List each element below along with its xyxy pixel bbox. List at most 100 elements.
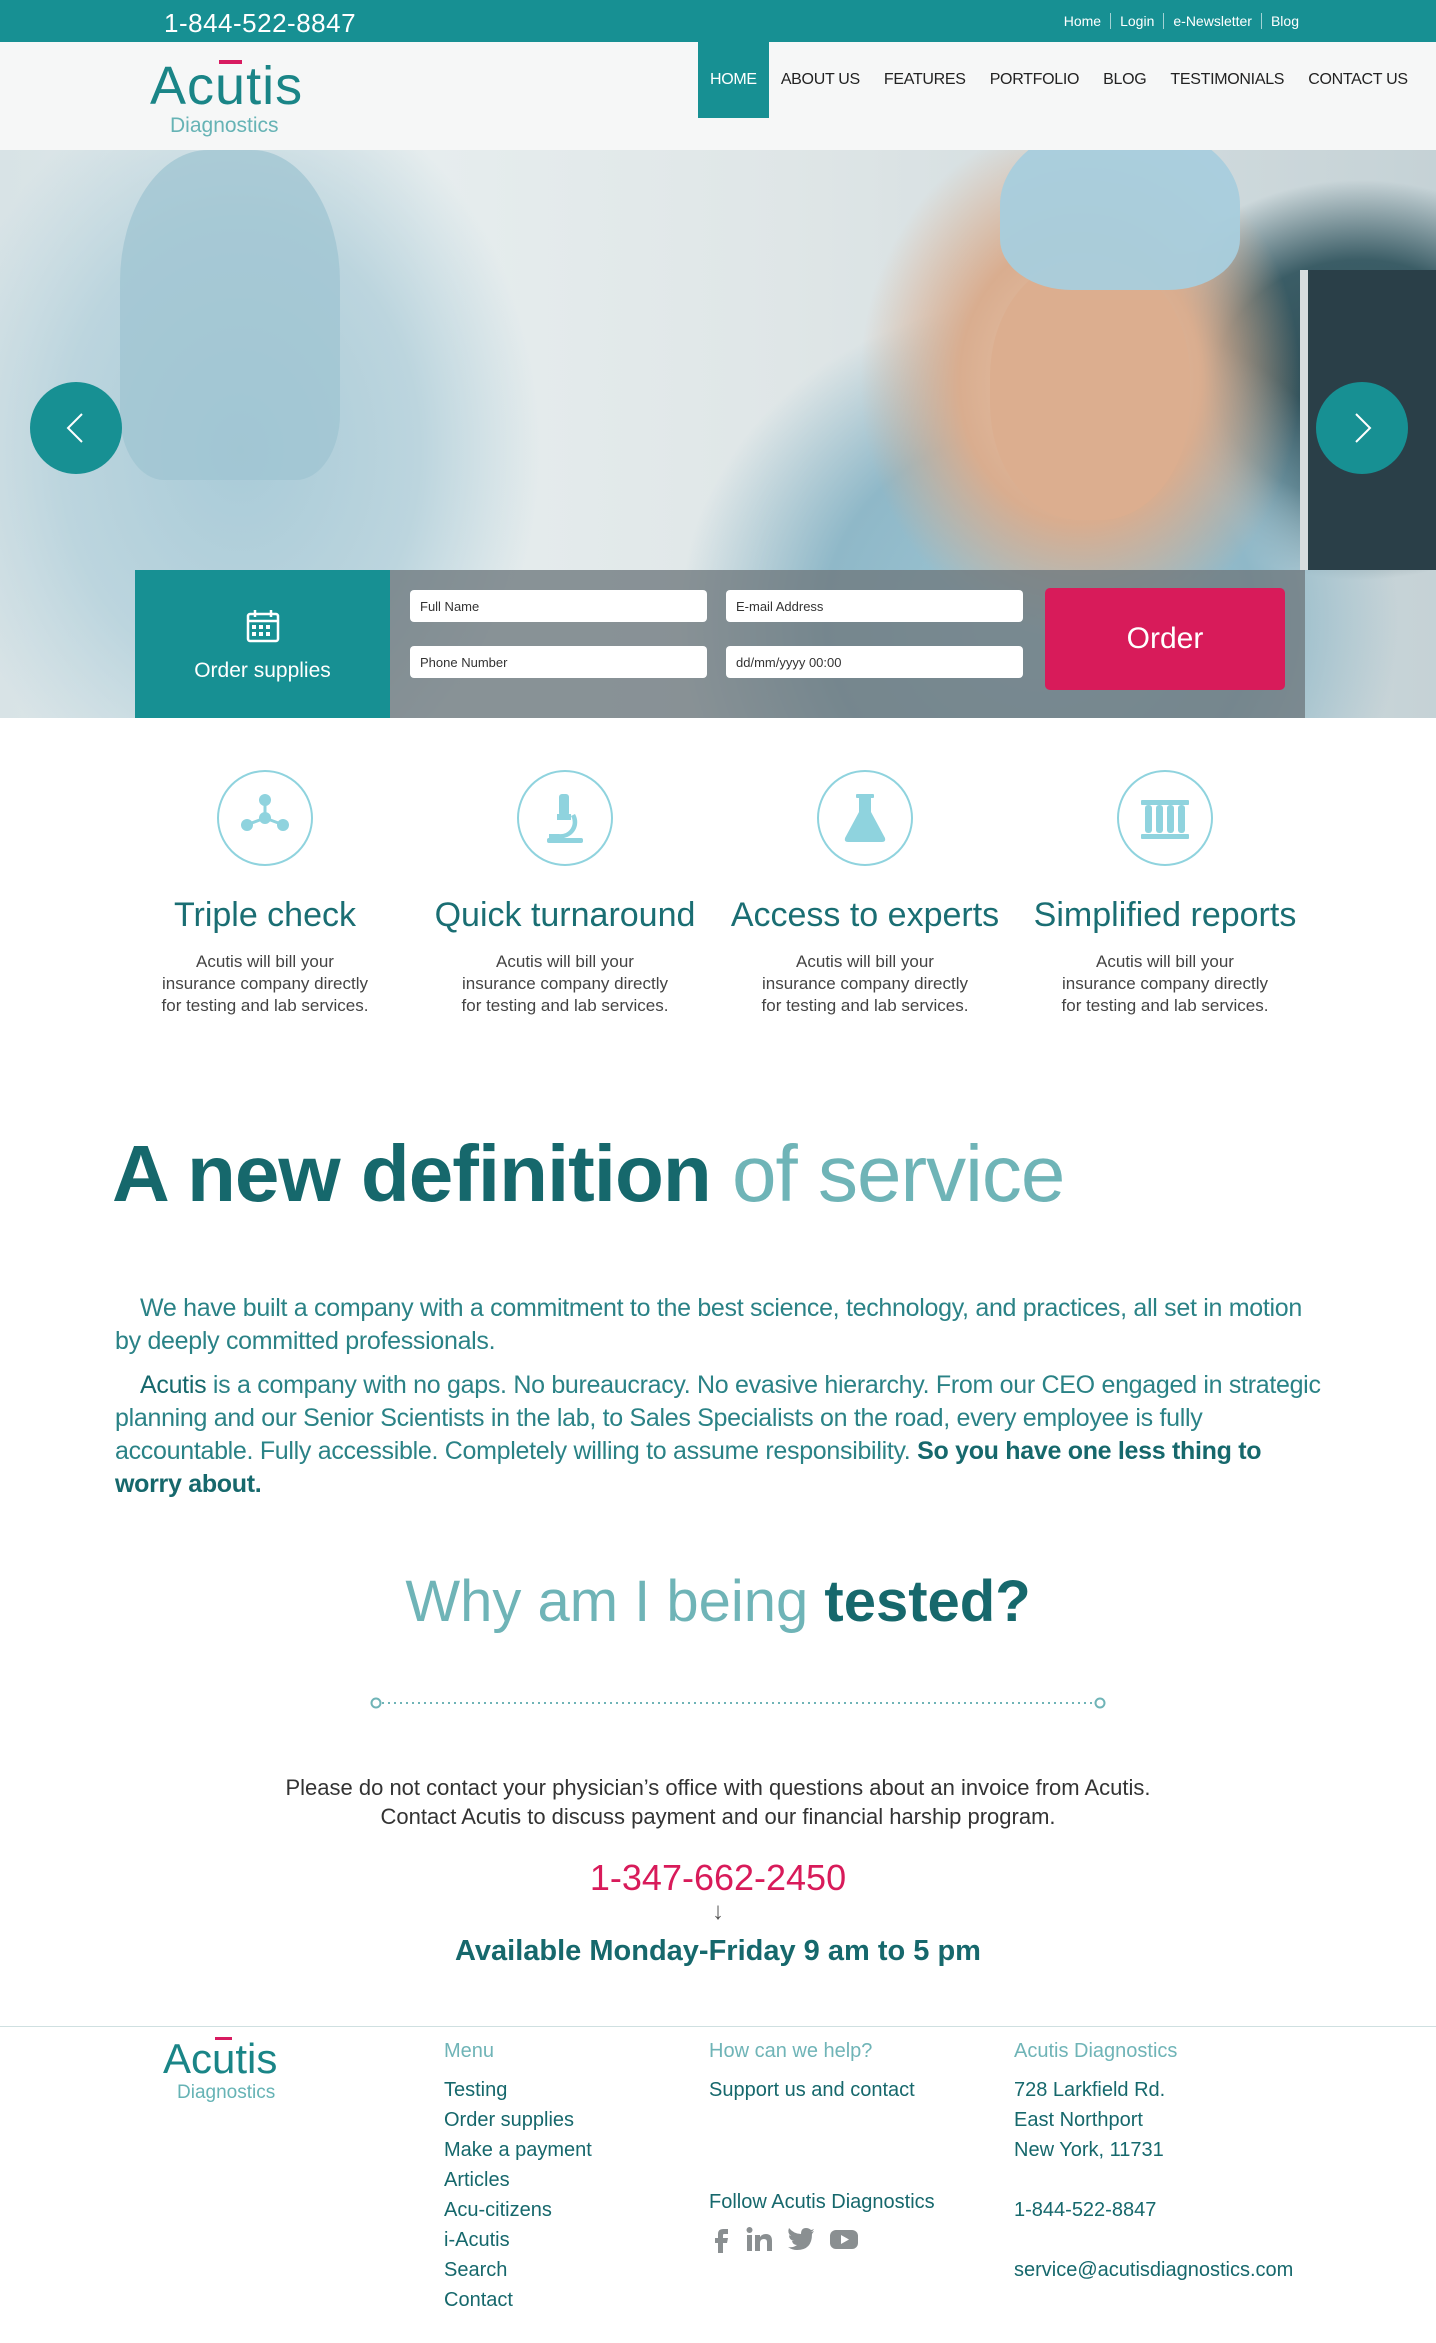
why-tested-heading: Why am I being tested? [0,1568,1436,1635]
definition-heading-strong: A new definition [112,1129,712,1218]
social-links [709,2225,935,2253]
footer-address-line-1: 728 Larkfield Rd. [1014,2079,1166,2101]
dotted-divider [370,1697,1106,1709]
top-bar: 1-844-522-8847 Home Login e-Newsletter B… [0,0,1436,42]
phone-input[interactable]: Phone Number [410,646,707,678]
why-heading-strong: tested? [824,1569,1031,1634]
footer-address-line-3: New York, 11731 [1014,2139,1164,2161]
footer-address-line-2: East Northport [1014,2109,1143,2131]
definition-text: We have built a company with a commitmen… [115,1292,1330,1512]
footer-email[interactable]: service@acutisdiagnostics.com [1014,2255,1293,2285]
billing-phone-number[interactable]: 1-347-662-2450 [0,1857,1436,1899]
feature-item: Access to experts Acutis will bill your … [720,770,1010,1017]
facebook-icon[interactable] [709,2225,731,2253]
chevron-left-icon [66,413,83,443]
order-supplies-tile[interactable]: Order supplies [135,570,390,718]
hero-image-doctor-face [990,260,1190,520]
slider-next-button[interactable] [1316,382,1408,474]
feature-item: Triple check Acutis will bill your insur… [120,770,410,1017]
feature-title: Quick turnaround [434,896,696,934]
top-link-blog[interactable]: Blog [1260,13,1308,29]
order-button[interactable]: Order [1045,588,1285,690]
footer-link-articles[interactable]: Articles [444,2165,592,2195]
nav-testimonials[interactable]: TESTIMONIALS [1158,42,1296,118]
email-input[interactable]: E-mail Address [726,590,1023,622]
site-header: Acutis Diagnostics HOME ABOUT US FEATURE… [0,42,1436,150]
definition-heading: A new definition of service [112,1128,1065,1220]
feature-title: Simplified reports [1033,896,1297,934]
feature-item: Simplified reports Acutis will bill your… [1020,770,1310,1017]
hero-slider: Order supplies Full Name E-mail Address … [0,150,1436,718]
nav-features[interactable]: FEATURES [872,42,978,118]
footer-link-i-acutis[interactable]: i-Acutis [444,2225,592,2255]
why-tested-text: Please do not contact your physician’s o… [0,1773,1436,1831]
flask-icon [817,770,913,866]
twitter-icon[interactable] [787,2225,815,2253]
brand-name: Acutis [140,1371,207,1399]
feature-description: Acutis will bill your insurance company … [161,952,369,1015]
nav-contact-us[interactable]: CONTACT US [1296,42,1420,118]
chevron-right-icon [1355,413,1372,443]
availability-text: Available Monday-Friday 9 am to 5 pm [455,1935,981,1967]
molecule-icon [217,770,313,866]
why-line-1: Please do not contact your physician’s o… [285,1775,1151,1800]
nav-portfolio[interactable]: PORTFOLIO [978,42,1091,118]
youtube-icon[interactable] [829,2225,859,2253]
arrow-down-icon: ↓ [712,1898,724,1925]
feature-title: Triple check [173,896,357,934]
footer-phone[interactable]: 1-844-522-8847 [1014,2195,1293,2225]
footer-follow-heading: Follow Acutis Diagnostics [709,2191,935,2213]
footer-link-search[interactable]: Search [444,2255,592,2285]
logo-mark: Acutis [150,56,304,116]
slider-prev-button[interactable] [30,382,122,474]
top-link-newsletter[interactable]: e-Newsletter [1163,13,1261,29]
top-phone-number[interactable]: 1-844-522-8847 [164,8,356,39]
logo[interactable]: Acutis Diagnostics [150,58,303,138]
why-heading-light: Why am I being [405,1569,809,1634]
definition-paragraph-2: Acutis is a company with no gaps. No bur… [115,1369,1330,1501]
definition-paragraph-1: We have built a company with a commitmen… [115,1294,1303,1355]
footer-company-heading: Acutis Diagnostics [1014,2040,1178,2062]
feature-item: Quick turnaround Acutis will bill your i… [420,770,710,1017]
footer-link-contact[interactable]: Contact [444,2285,592,2315]
nav-home[interactable]: HOME [698,42,769,118]
feature-title: Access to experts [730,896,1000,934]
footer-help-heading: How can we help? [709,2040,873,2062]
footer-company: Acutis Diagnostics 728 Larkfield Rd. Eas… [1014,2040,1293,2285]
hero-image-nurse [120,150,340,480]
footer-logo-subtitle: Diagnostics [177,2082,276,2103]
full-name-input[interactable]: Full Name [410,590,707,622]
top-link-home[interactable]: Home [1055,13,1110,29]
microscope-icon [517,770,613,866]
footer-link-support[interactable]: Support us and contact [709,2075,935,2105]
footer-link-order-supplies[interactable]: Order supplies [444,2105,592,2135]
test-tubes-icon [1117,770,1213,866]
hero-image-doctor-cap [1000,150,1240,290]
footer-menu: Menu Testing Order supplies Make a payme… [444,2040,592,2315]
footer-link-testing[interactable]: Testing [444,2075,592,2105]
footer-logo[interactable]: Acutis Diagnostics [163,2036,277,2104]
calendar-icon [246,610,279,643]
footer-help: How can we help? Support us and contact … [709,2040,935,2253]
footer-link-acu-citizens[interactable]: Acu-citizens [444,2195,592,2225]
footer-divider [0,2026,1436,2027]
logo-subtitle: Diagnostics [170,114,279,137]
footer-logo-mark: Acutis [163,2035,278,2082]
nav-about-us[interactable]: ABOUT US [769,42,872,118]
feature-description: Acutis will bill your insurance company … [461,952,669,1015]
datetime-input[interactable]: dd/mm/yyyy 00:00 [726,646,1023,678]
why-line-2: Contact Acutis to discuss payment and ou… [380,1804,1056,1829]
top-link-login[interactable]: Login [1110,13,1163,29]
linkedin-icon[interactable] [745,2225,773,2253]
top-links: Home Login e-Newsletter Blog [1055,0,1308,42]
footer-menu-heading: Menu [444,2040,495,2062]
feature-description: Acutis will bill your insurance company … [1061,952,1269,1015]
order-supplies-label: Order supplies [194,659,331,682]
footer-link-make-payment[interactable]: Make a payment [444,2135,592,2165]
features-section: Triple check Acutis will bill your insur… [120,770,1320,1030]
order-form: Order supplies Full Name E-mail Address … [135,570,1305,718]
main-nav: HOME ABOUT US FEATURES PORTFOLIO BLOG TE… [698,42,1420,118]
nav-blog[interactable]: BLOG [1091,42,1158,118]
feature-description: Acutis will bill your insurance company … [761,952,969,1015]
definition-heading-light: of service [732,1129,1065,1218]
